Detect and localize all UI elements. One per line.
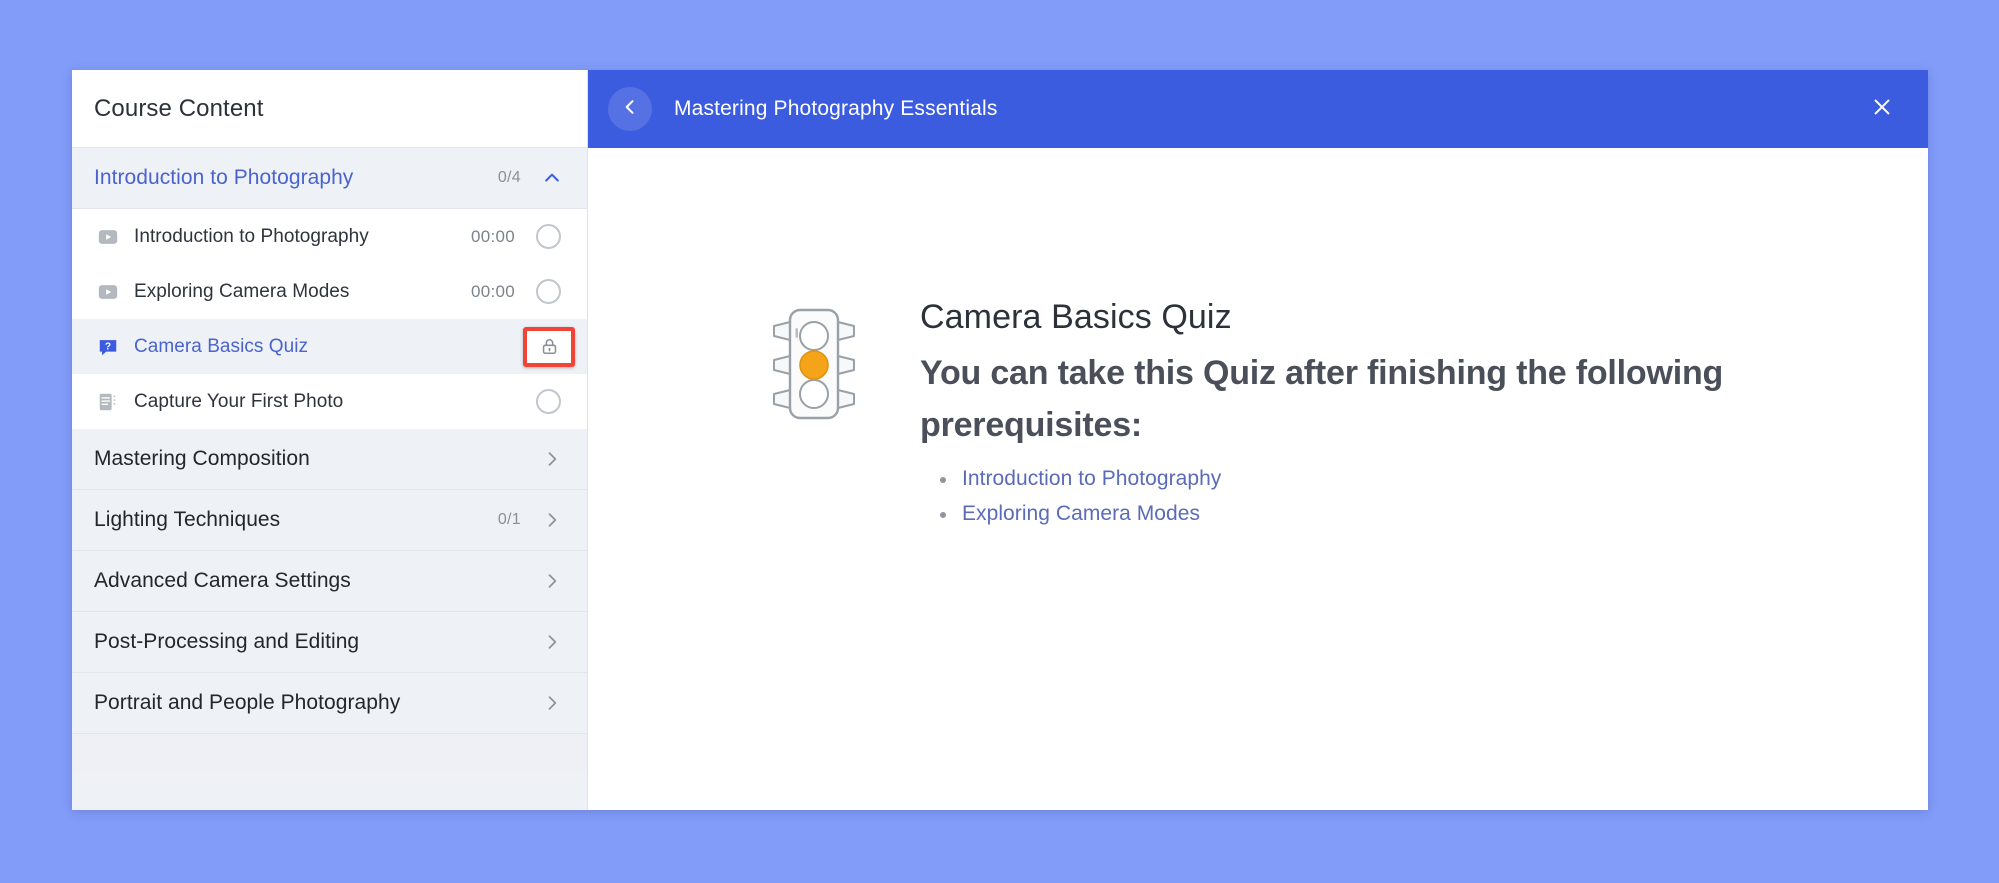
traffic-light-icon bbox=[768, 296, 864, 810]
course-player-window: Course Content Introduction to Photograp… bbox=[72, 70, 1928, 810]
lesson-list: Introduction to Photography 00:00 Explorin… bbox=[72, 209, 587, 429]
svg-text:?: ? bbox=[105, 341, 111, 352]
section-toggle[interactable] bbox=[539, 446, 565, 472]
section-header[interactable]: Mastering Composition bbox=[72, 429, 587, 490]
lesson-label: Capture Your First Photo bbox=[134, 390, 344, 412]
section-title: Post-Processing and Editing bbox=[94, 630, 360, 653]
chevron-right-icon bbox=[542, 632, 562, 652]
course-title: Mastering Photography Essentials bbox=[674, 97, 998, 120]
section-toggle[interactable] bbox=[539, 507, 565, 533]
section-title: Portrait and People Photography bbox=[94, 691, 401, 714]
section-progress-count: 0/4 bbox=[497, 169, 521, 186]
section-header[interactable]: Introduction to Photography 0/4 bbox=[72, 148, 587, 209]
lesson-complete-toggle[interactable] bbox=[531, 385, 565, 419]
circle-outline-icon bbox=[535, 389, 561, 414]
section-title: Advanced Camera Settings bbox=[94, 569, 351, 592]
lock-highlight-box bbox=[523, 326, 575, 367]
prerequisite-link[interactable]: Introduction to Photography bbox=[940, 462, 1920, 497]
section-toggle[interactable] bbox=[539, 629, 565, 655]
lesson-duration: 00:00 bbox=[470, 226, 515, 246]
section-title: Introduction to Photography bbox=[94, 166, 354, 189]
page-title: Course Content bbox=[94, 94, 264, 122]
quiz-name: Camera Basics Quiz bbox=[920, 298, 1232, 336]
lesson-label: Camera Basics Quiz bbox=[134, 335, 309, 357]
lesson-label: Exploring Camera Modes bbox=[134, 280, 350, 302]
section-header[interactable]: Post-Processing and Editing bbox=[72, 612, 587, 673]
quiz-locked-message: You can take this Quiz after finishing t… bbox=[920, 353, 1724, 445]
lesson-type-icon bbox=[96, 225, 120, 249]
back-button[interactable] bbox=[608, 87, 652, 131]
chevron-right-icon bbox=[542, 571, 562, 591]
section-progress-count: 0/1 bbox=[497, 511, 521, 528]
lesson-type-icon bbox=[96, 390, 120, 414]
video-icon bbox=[97, 226, 119, 248]
lesson-type-icon: ? bbox=[96, 335, 120, 359]
sidebar-header: Course Content bbox=[72, 70, 587, 148]
prerequisite-list: Introduction to Photography Exploring Cam… bbox=[920, 462, 1920, 531]
lesson-row[interactable]: Exploring Camera Modes 00:00 bbox=[72, 264, 587, 319]
lesson-complete-toggle[interactable] bbox=[531, 220, 565, 254]
lesson-label: Introduction to Photography bbox=[134, 225, 369, 247]
section-toggle[interactable] bbox=[539, 568, 565, 594]
close-icon bbox=[1871, 96, 1893, 123]
section-header[interactable]: Lighting Techniques 0/1 bbox=[72, 490, 587, 551]
prerequisite-link[interactable]: Exploring Camera Modes bbox=[940, 497, 1920, 532]
quiz-locked-panel: Camera Basics Quiz You can take this Qui… bbox=[588, 148, 1928, 810]
close-button[interactable] bbox=[1862, 89, 1902, 129]
chevron-left-icon bbox=[620, 97, 640, 122]
chevron-up-icon bbox=[542, 168, 562, 188]
assignment-icon bbox=[97, 391, 119, 413]
section-header[interactable]: Portrait and People Photography bbox=[72, 673, 587, 734]
section-title: Lighting Techniques bbox=[94, 508, 281, 531]
lesson-duration: 00:00 bbox=[470, 281, 515, 301]
circle-outline-icon bbox=[535, 224, 561, 249]
lesson-row[interactable]: Capture Your First Photo bbox=[72, 374, 587, 429]
main-header: Mastering Photography Essentials bbox=[588, 70, 1928, 148]
lesson-complete-toggle[interactable] bbox=[531, 275, 565, 309]
quiz-icon: ? bbox=[97, 336, 119, 358]
chevron-right-icon bbox=[542, 510, 562, 530]
lock-icon bbox=[540, 337, 559, 356]
chevron-right-icon bbox=[542, 693, 562, 713]
course-sections-list: Introduction to Photography 0/4 Introducti… bbox=[72, 148, 587, 772]
quiz-info: Camera Basics Quiz You can take this Qui… bbox=[920, 296, 1920, 810]
lesson-type-icon bbox=[96, 280, 120, 304]
section-toggle[interactable] bbox=[539, 690, 565, 716]
section-header[interactable]: Advanced Camera Settings bbox=[72, 551, 587, 612]
section-toggle[interactable] bbox=[539, 165, 565, 191]
lesson-lock-indicator[interactable] bbox=[523, 326, 575, 367]
course-content-sidebar: Course Content Introduction to Photograp… bbox=[72, 70, 588, 810]
lesson-row[interactable]: ? Camera Basics Quiz bbox=[72, 319, 587, 374]
video-icon bbox=[97, 281, 119, 303]
lesson-row[interactable]: Introduction to Photography 00:00 bbox=[72, 209, 587, 264]
chevron-right-icon bbox=[542, 449, 562, 469]
sidebar-filler bbox=[72, 772, 587, 810]
section-title: Mastering Composition bbox=[94, 447, 310, 470]
circle-outline-icon bbox=[535, 279, 561, 304]
main-panel: Mastering Photography Essentials Camera … bbox=[588, 70, 1928, 810]
